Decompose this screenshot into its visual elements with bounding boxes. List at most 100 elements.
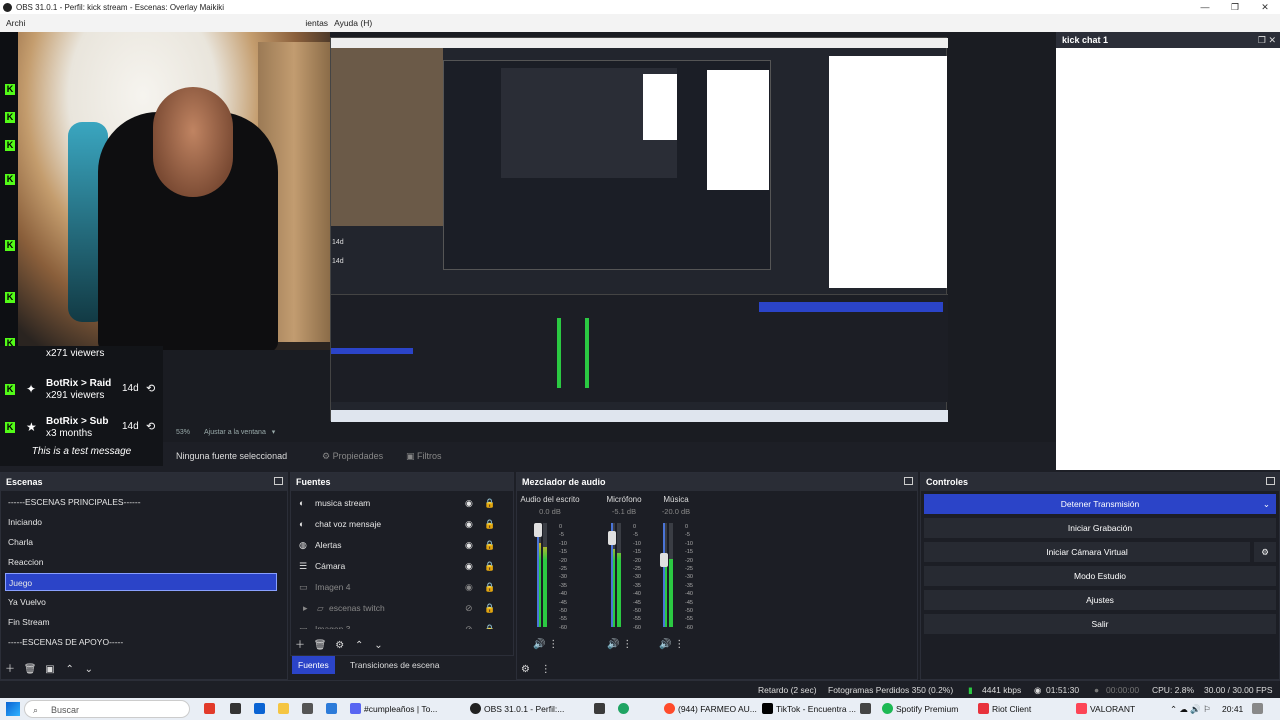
obs-icon[interactable]	[470, 703, 481, 714]
taskbar-search[interactable]: ⌕ Buscar	[24, 700, 190, 718]
add-icon[interactable]: ＋	[295, 640, 305, 651]
arrow-up-icon[interactable]: ⌃	[66, 664, 74, 675]
taskbar-youtube[interactable]: (944) FARMEO AU...	[678, 704, 757, 714]
eye-icon[interactable]: ◉	[465, 535, 473, 555]
menu-help[interactable]: Ayuda (H)	[334, 18, 372, 28]
app-icon[interactable]	[594, 703, 605, 714]
menu-tools[interactable]: ientas	[305, 18, 328, 28]
taskbar-riot[interactable]: Riot Client	[992, 704, 1031, 714]
taskbar-discord[interactable]: #cumpleaños | To...	[364, 704, 437, 714]
menu-file[interactable]: Archi	[6, 18, 25, 28]
stop-streaming-button[interactable]: Detener Transmisión ⌄	[924, 494, 1276, 514]
app-icon[interactable]	[278, 703, 289, 714]
tab-scene-transitions[interactable]: Transiciones de escena	[344, 656, 445, 674]
settings-button[interactable]: Ajustes	[924, 590, 1276, 610]
source-item[interactable]: ☰ Cámara ◉ 🔒	[295, 556, 505, 576]
lock-icon[interactable]: 🔒	[484, 514, 495, 534]
scene-item[interactable]: Reaccion	[5, 553, 277, 571]
chevron-down-icon[interactable]: ⌄	[1263, 494, 1270, 514]
tab-sources[interactable]: Fuentes	[292, 656, 335, 674]
lock-icon[interactable]: 🔒	[484, 598, 495, 618]
tiktok-icon[interactable]	[762, 703, 773, 714]
taskbar-spotify[interactable]: Spotify Premium	[896, 704, 958, 714]
replay-icon[interactable]: ⟲	[146, 382, 155, 395]
expand-arrow-icon[interactable]: ▸	[303, 598, 315, 618]
app-icon[interactable]	[326, 703, 337, 714]
dock-popout-icon[interactable]	[904, 477, 913, 485]
discord-icon[interactable]	[350, 703, 361, 714]
source-item[interactable]: ◍ Alertas ◉ 🔒	[295, 535, 505, 555]
speaker-icon[interactable]: 🔊	[607, 639, 619, 650]
spotify-icon[interactable]	[882, 703, 893, 714]
riot-icon[interactable]	[978, 703, 989, 714]
app-icon[interactable]	[860, 703, 871, 714]
virtual-camera-settings-button[interactable]: ⚙	[1254, 542, 1276, 562]
volume-fader-knob[interactable]	[660, 553, 668, 567]
exit-button[interactable]: Salir	[924, 614, 1276, 634]
source-item[interactable]: ▸ ▱ escenas twitch ⊘ 🔒	[295, 598, 505, 618]
eye-icon[interactable]: ◉	[465, 577, 473, 597]
gear-icon[interactable]: ⚙	[335, 640, 344, 651]
kebab-menu-icon[interactable]: ⋮	[619, 639, 632, 650]
studio-mode-button[interactable]: Modo Estudio	[924, 566, 1276, 586]
lock-icon[interactable]: 🔒	[484, 493, 495, 513]
trash-icon[interactable]: 🗑	[24, 664, 37, 675]
eye-slash-icon[interactable]: ⊘	[465, 619, 473, 629]
chrome-icon[interactable]	[618, 703, 629, 714]
minimize-button[interactable]: —	[1190, 0, 1220, 14]
lock-icon[interactable]: 🔒	[484, 535, 495, 555]
taskbar-obs[interactable]: OBS 31.0.1 - Perfil:...	[484, 704, 564, 714]
scene-item[interactable]: -----ESCENAS DE APOYO-----	[5, 633, 277, 651]
chevron-down-icon[interactable]: ▾	[272, 429, 276, 436]
app-icon[interactable]	[204, 703, 215, 714]
kebab-menu-icon[interactable]: ⋮	[671, 639, 684, 650]
kebab-menu-icon[interactable]: ⋮	[545, 639, 558, 650]
eye-icon[interactable]: ◉	[465, 556, 473, 576]
arrow-down-icon[interactable]: ⌄	[85, 664, 93, 675]
start-recording-button[interactable]: Iniciar Grabación	[924, 518, 1276, 538]
taskbar-valorant[interactable]: VALORANT	[1090, 704, 1135, 714]
notifications-icon[interactable]	[1252, 703, 1263, 714]
dock-popout-icon[interactable]	[274, 477, 283, 485]
scene-item[interactable]: Iniciando	[5, 513, 277, 531]
properties-button[interactable]: ⚙ Propiedades	[318, 447, 387, 465]
fader-track[interactable]	[663, 523, 665, 627]
valorant-icon[interactable]	[1076, 703, 1087, 714]
start-virtual-camera-button[interactable]: Iniciar Cámara Virtual	[924, 542, 1250, 562]
eye-slash-icon[interactable]: ⊘	[465, 598, 473, 618]
speaker-icon[interactable]: 🔊	[533, 639, 545, 650]
dock-popout-icon[interactable]	[1266, 477, 1275, 485]
fit-window-label[interactable]: Ajustar a la ventana	[204, 429, 266, 436]
app-icon[interactable]	[254, 703, 265, 714]
fader-track[interactable]	[537, 523, 539, 627]
lock-icon[interactable]: 🔒	[484, 556, 495, 576]
taskbar-tiktok[interactable]: TikTok - Encuentra ...	[776, 704, 856, 714]
lock-icon[interactable]: 🔒	[484, 577, 495, 597]
dock-popout-icon[interactable]: ❐ ✕	[1258, 32, 1276, 48]
lock-icon[interactable]: 🔒	[484, 619, 495, 629]
add-icon[interactable]: ＋	[5, 664, 15, 675]
gear-icon[interactable]: ⚙	[521, 664, 530, 675]
system-tray-icons[interactable]: ⌃ ☁ 🔊 ⚐	[1170, 704, 1211, 715]
windows-start-icon[interactable]	[6, 702, 20, 716]
scene-item[interactable]: ------ESCENAS PRINCIPALES------	[5, 493, 277, 511]
maximize-button[interactable]: ❐	[1220, 0, 1250, 14]
volume-fader-knob[interactable]	[534, 523, 542, 537]
arrow-up-icon[interactable]: ⌃	[355, 640, 363, 651]
kebab-menu-icon[interactable]: ⋮	[541, 664, 551, 675]
close-window-button[interactable]: ✕	[1250, 0, 1280, 14]
app-icon[interactable]	[230, 703, 241, 714]
replay-icon[interactable]: ⟲	[146, 420, 155, 433]
eye-icon[interactable]: ◉	[465, 493, 473, 513]
source-item[interactable]: ◐ musica stream ◉ 🔒	[295, 493, 505, 513]
scene-item-selected[interactable]: Juego	[5, 573, 277, 591]
app-icon[interactable]	[302, 703, 313, 714]
trash-icon[interactable]: 🗑	[314, 640, 327, 651]
browser-icon[interactable]	[664, 703, 675, 714]
speaker-icon[interactable]: 🔊	[659, 639, 671, 650]
filter-icon[interactable]: ▣	[45, 664, 54, 675]
arrow-down-icon[interactable]: ⌄	[374, 640, 382, 651]
volume-fader-knob[interactable]	[608, 530, 616, 545]
source-item[interactable]: ◐ chat voz mensaje ◉ 🔒	[295, 514, 505, 534]
source-item[interactable]: ▭ Imagen 3 ⊘ 🔒	[295, 619, 505, 629]
